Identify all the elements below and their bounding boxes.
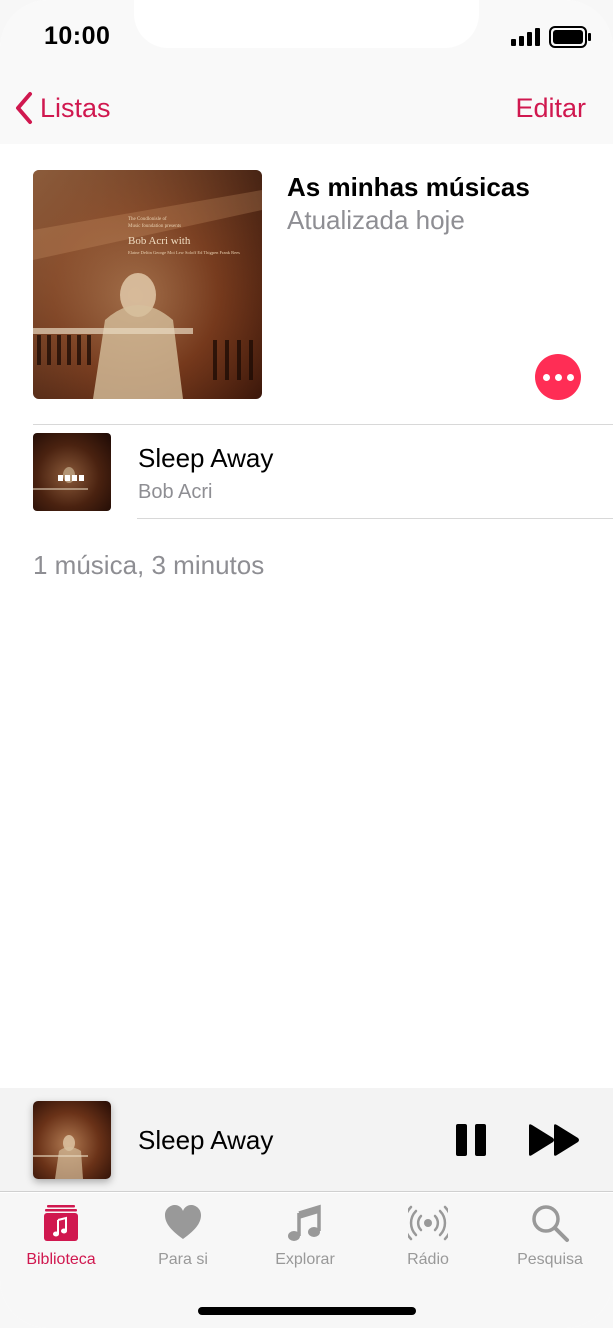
cover-line-4: Elaine Deltin George Moi Lew Soloff Ed T… (128, 250, 240, 255)
search-icon (532, 1205, 569, 1242)
playlist-summary: 1 música, 3 minutos (33, 550, 265, 580)
phone-screen: 10:00 Listas Editar The Coudlonisle of M… (0, 0, 613, 1328)
album-cover-image: The Coudlonisle of Music foundation pres… (33, 170, 262, 399)
tab-radio[interactable]: Rádio (367, 1193, 489, 1283)
pause-icon (456, 1124, 467, 1156)
song-artist: Bob Acri (138, 481, 213, 503)
more-dot-icon (566, 373, 574, 381)
tab-label: Pesquisa (517, 1251, 583, 1268)
song-artwork (33, 433, 111, 511)
library-icon (44, 1205, 78, 1241)
music-note-icon (288, 1204, 321, 1241)
pause-icon (475, 1124, 486, 1156)
home-indicator[interactable] (198, 1307, 416, 1315)
now-playing-artwork (33, 1101, 111, 1179)
tab-search[interactable]: Pesquisa (489, 1193, 611, 1283)
more-dot-icon (554, 373, 562, 381)
more-options-button[interactable] (535, 354, 581, 400)
fast-forward-icon[interactable] (526, 1122, 582, 1158)
album-thumbnail-image (33, 1101, 111, 1179)
status-bar: 10:00 (0, 0, 613, 76)
radio-icon (408, 1205, 448, 1241)
edit-button[interactable]: Editar (515, 93, 586, 124)
cover-line-2: Music foundation presents (128, 224, 181, 229)
mini-player[interactable]: Sleep Away (0, 1088, 613, 1192)
battery-icon (549, 26, 591, 48)
back-label: Listas (40, 92, 111, 123)
tab-browse[interactable]: Explorar (244, 1193, 366, 1283)
tab-label: Rádio (407, 1251, 449, 1268)
tab-label: Para si (158, 1251, 208, 1268)
heart-icon (165, 1205, 201, 1239)
song-title: Sleep Away (138, 443, 274, 473)
cover-line-3: Bob Acri with (128, 235, 191, 247)
divider (137, 518, 613, 519)
navigation-bar: Listas Editar (0, 76, 613, 144)
pause-button[interactable] (452, 1121, 490, 1159)
album-thumbnail-image (33, 433, 111, 511)
cover-line-1: The Coudlonisle of (128, 217, 167, 222)
status-time: 10:00 (44, 22, 111, 50)
tab-label: Biblioteca (26, 1251, 96, 1268)
back-button[interactable]: Listas (12, 90, 111, 126)
song-row[interactable]: Sleep Away Bob Acri (0, 425, 613, 519)
notch (134, 0, 479, 48)
more-dot-icon (542, 373, 550, 381)
playlist-title: As minhas músicas (287, 172, 530, 202)
tab-for-you[interactable]: Para si (122, 1193, 244, 1283)
chevron-left-icon (16, 92, 32, 124)
playlist-subtitle: Atualizada hoje (287, 205, 465, 235)
now-playing-title: Sleep Away (138, 1125, 274, 1155)
cellular-signal-icon (511, 28, 540, 46)
tab-label: Explorar (275, 1251, 335, 1268)
playlist-cover-art: The Coudlonisle of Music foundation pres… (33, 170, 262, 399)
tab-library[interactable]: Biblioteca (0, 1193, 122, 1283)
